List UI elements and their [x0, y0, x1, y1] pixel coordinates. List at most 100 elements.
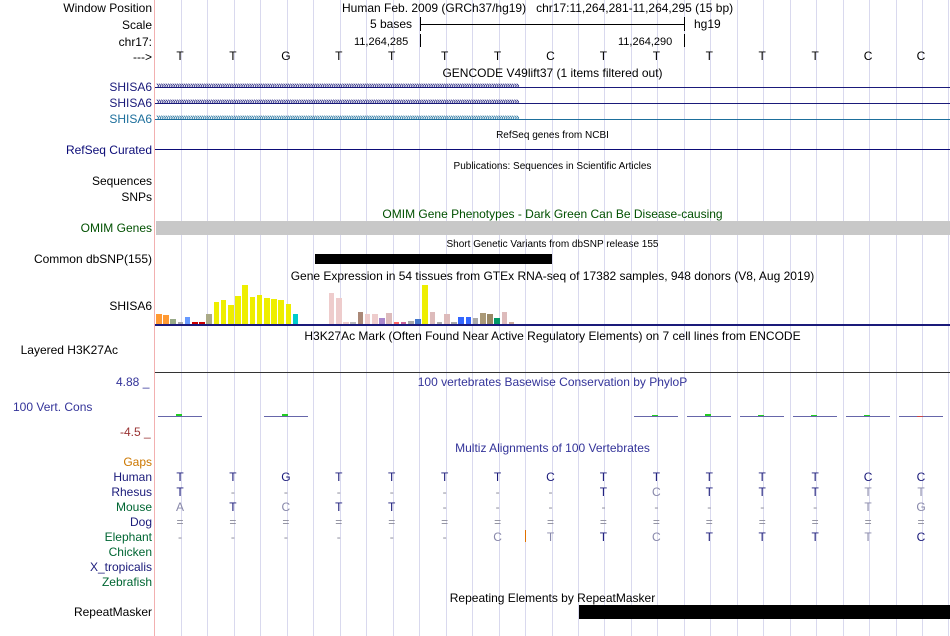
gtex-tissue-bar[interactable] — [235, 296, 241, 324]
multiz-base: T — [811, 485, 819, 499]
gtex-tissue-bar[interactable] — [206, 314, 213, 324]
multiz-base: - — [601, 500, 606, 514]
multiz-base: = — [282, 515, 290, 529]
ruler-base: T — [599, 49, 608, 63]
gtex-baseline — [155, 324, 950, 326]
gtex-tissue-bar[interactable] — [487, 314, 493, 324]
gtex-tissue-bar[interactable] — [501, 312, 508, 324]
multiz-base: - — [283, 485, 288, 499]
dbsnp-title: Short Genetic Variants from dbSNP releas… — [446, 239, 659, 250]
gtex-label[interactable]: SHISA6 — [109, 299, 152, 313]
multiz-base: - — [707, 500, 712, 514]
multiz-species-label[interactable]: Human — [113, 470, 152, 484]
omim-gene-bar[interactable] — [156, 221, 950, 235]
multiz-species-label[interactable]: Rhesus — [111, 485, 152, 499]
multiz-base: - — [495, 500, 500, 514]
ruler-base: T — [388, 49, 396, 63]
repeatmasker-element[interactable] — [579, 605, 950, 619]
multiz-base: = — [599, 515, 607, 529]
multiz-base: - — [760, 500, 765, 514]
gtex-tissue-bar[interactable] — [444, 314, 450, 324]
gtex-tissue-bar[interactable] — [386, 313, 393, 324]
gtex-tissue-bar[interactable] — [465, 317, 472, 324]
multiz-base: = — [546, 515, 554, 529]
multiz-species-label[interactable]: X_tropicalis — [90, 560, 152, 574]
phylop-score-bar[interactable] — [917, 416, 924, 417]
window-position-title: Human Feb. 2009 (GRCh37/hg19) chr17:11,2… — [342, 1, 734, 15]
phylop-score-bar[interactable] — [864, 415, 871, 416]
omim-title: OMIM Gene Phenotypes - Dark Green Can Be… — [382, 207, 723, 221]
multiz-base: - — [283, 530, 288, 544]
gtex-tissue-bar[interactable] — [264, 298, 270, 324]
h3k27ac-label[interactable]: Layered H3K27Ac — [21, 343, 118, 357]
sequences-label[interactable]: Sequences — [92, 174, 152, 188]
gtex-tissue-bar[interactable] — [480, 313, 486, 324]
multiz-base: T — [652, 470, 661, 484]
gtex-tissue-bar[interactable] — [357, 312, 364, 324]
gtex-tissue-bar[interactable] — [429, 312, 436, 324]
gencode-gene-label[interactable]: SHISA6 — [109, 112, 152, 126]
scale-bar — [420, 24, 685, 25]
gtex-tissue-bar[interactable] — [156, 314, 162, 324]
multiz-species-label[interactable]: Mouse — [116, 500, 152, 514]
gtex-tissue-bar[interactable] — [278, 300, 285, 324]
gtex-tissue-bar[interactable] — [184, 317, 191, 324]
gtex-tissue-bar[interactable] — [372, 314, 378, 324]
omim-label[interactable]: OMIM Genes — [81, 221, 152, 235]
multiz-base: C — [546, 470, 555, 484]
gtex-tissue-bar[interactable] — [256, 295, 263, 324]
multiz-base: = — [494, 515, 502, 529]
gtex-tissue-bar[interactable] — [336, 298, 342, 324]
ruler-base: C — [916, 49, 926, 63]
dbsnp-variant-bar[interactable] — [315, 254, 552, 264]
ruler-base: T — [176, 49, 184, 63]
multiz-base: = — [811, 515, 819, 529]
gtex-tissue-bar[interactable] — [285, 304, 292, 324]
phylop-score-bar[interactable] — [281, 414, 288, 416]
gtex-tissue-bar[interactable] — [220, 300, 227, 324]
gtex-tissue-bar[interactable] — [228, 305, 234, 324]
gtex-tissue-bar[interactable] — [422, 285, 429, 324]
repeatmasker-label[interactable]: RepeatMasker — [74, 605, 152, 619]
gencode-gene-label[interactable]: SHISA6 — [109, 96, 152, 110]
snps-label[interactable]: SNPs — [121, 190, 152, 204]
multiz-base: - — [548, 500, 553, 514]
gtex-tissue-bar[interactable] — [328, 293, 335, 324]
refseq-title: RefSeq genes from NCBI — [496, 130, 609, 141]
phylop-score-bar[interactable] — [652, 415, 659, 416]
dbsnp-label[interactable]: Common dbSNP(155) — [34, 252, 152, 266]
assembly-label: hg19 — [694, 17, 721, 31]
gtex-tissue-bar[interactable] — [364, 314, 371, 324]
multiz-base: - — [230, 485, 235, 499]
gtex-tissue-bar[interactable] — [242, 285, 249, 324]
gtex-tissue-bar[interactable] — [292, 314, 299, 324]
refseq-label[interactable]: RefSeq Curated — [66, 143, 152, 157]
multiz-species-label[interactable]: Zebrafish — [102, 575, 152, 589]
phylop-baseline-segment — [687, 416, 732, 417]
phylop-title: 100 vertebrates Basewise Conservation by… — [417, 375, 688, 389]
phylop-score-bar[interactable] — [758, 415, 765, 416]
multiz-species-label[interactable]: Chicken — [109, 545, 152, 559]
multiz-base: G — [281, 470, 291, 484]
refseq-line[interactable] — [155, 149, 950, 150]
gtex-tissue-bar[interactable] — [163, 315, 169, 324]
gtex-tissue-bar[interactable] — [213, 302, 220, 324]
genome-browser-image: Window Position Scale chr17: ---> Human … — [0, 0, 950, 636]
h3k27ac-baseline — [155, 372, 950, 373]
phylop-label[interactable]: 100 Vert. Cons — [13, 400, 92, 414]
gtex-tissue-bar[interactable] — [249, 297, 256, 324]
multiz-base: = — [864, 515, 872, 529]
gtex-tissue-bar[interactable] — [271, 299, 277, 324]
position-left-tick — [420, 34, 421, 47]
multiz-base: T — [705, 530, 713, 544]
gtex-tissue-bar[interactable] — [458, 317, 465, 324]
phylop-score-bar[interactable] — [811, 415, 818, 416]
multiz-species-label[interactable]: Elephant — [105, 530, 152, 544]
h3k27ac-title: H3K27Ac Mark (Often Found Near Active Re… — [304, 329, 801, 343]
gencode-gene-label[interactable]: SHISA6 — [109, 80, 152, 94]
phylop-score-bar[interactable] — [705, 414, 712, 416]
phylop-score-bar[interactable] — [176, 414, 182, 416]
multiz-base: = — [758, 515, 766, 529]
multiz-base: = — [335, 515, 343, 529]
multiz-species-label[interactable]: Dog — [130, 515, 152, 529]
